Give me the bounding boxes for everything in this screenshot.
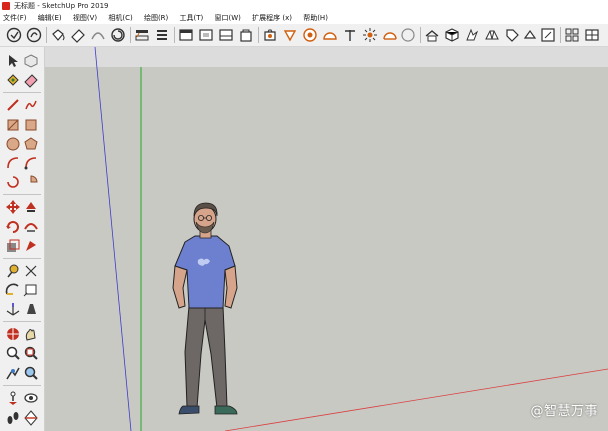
make-component-icon[interactable] [23, 53, 39, 69]
menu-view[interactable]: 视图(V) [69, 12, 102, 24]
styles-icon[interactable] [540, 27, 556, 43]
rotated-rectangle-icon[interactable] [23, 117, 39, 133]
shadow-icon[interactable] [382, 27, 398, 43]
view-front-icon[interactable] [218, 27, 234, 43]
3d-warehouse-icon[interactable] [444, 27, 460, 43]
zoom-icon[interactable] [5, 345, 21, 361]
look-around-icon[interactable] [23, 390, 39, 406]
three-point-arc-icon[interactable] [5, 174, 21, 190]
orbit-tool-icon[interactable] [5, 326, 21, 342]
paint-icon[interactable] [5, 72, 21, 88]
menu-file[interactable]: 文件(F) [0, 12, 32, 24]
extension-warehouse-icon[interactable] [464, 27, 480, 43]
menu-tools[interactable]: 工具(T) [176, 12, 209, 24]
sun-icon[interactable] [362, 27, 378, 43]
orbit-icon[interactable] [110, 27, 126, 43]
pie-icon[interactable] [23, 174, 39, 190]
select-tool-icon[interactable] [6, 27, 22, 43]
menu-camera[interactable]: 相机(C) [104, 12, 137, 24]
menu-bar: 文件(F) 编辑(E) 视图(V) 相机(C) 绘图(R) 工具(T) 窗口(W… [0, 12, 608, 24]
tape-measure-tool-icon[interactable] [5, 263, 21, 279]
push-pull-icon[interactable] [23, 199, 39, 215]
walk-icon[interactable] [282, 27, 298, 43]
select-arrow-icon[interactable] [5, 53, 21, 69]
scale-icon[interactable] [5, 238, 21, 254]
blue-axis-line [94, 47, 132, 431]
axes-tool-icon[interactable] [5, 301, 21, 317]
camera-position-icon[interactable] [262, 27, 278, 43]
text-icon[interactable] [23, 282, 39, 298]
component-icon[interactable] [26, 27, 42, 43]
zoom-window-icon[interactable] [23, 345, 39, 361]
layers-icon[interactable] [522, 27, 538, 43]
line-icon[interactable] [5, 97, 21, 113]
watermark: @智慧万事 [530, 404, 598, 419]
menu-extensions[interactable]: 扩展程序 (x) [248, 12, 297, 24]
view-back-icon[interactable] [238, 27, 254, 43]
circle-icon[interactable] [5, 136, 21, 152]
rectangle-icon[interactable] [5, 117, 21, 133]
model-viewport[interactable]: @智慧万事 [45, 47, 608, 431]
arc-tool-icon[interactable] [5, 155, 21, 171]
follow-me-icon[interactable] [23, 219, 39, 235]
two-point-arc-icon[interactable] [23, 155, 39, 171]
paint-bucket-icon[interactable] [50, 27, 66, 43]
axes-icon[interactable] [342, 27, 358, 43]
section-plane-tool-icon[interactable] [23, 410, 39, 426]
section-plane-icon[interactable] [134, 27, 150, 43]
scenes-icon[interactable] [584, 27, 600, 43]
position-camera-icon[interactable] [5, 390, 21, 406]
fog-icon[interactable] [400, 27, 416, 43]
walk-tool-icon[interactable] [5, 410, 21, 426]
align-icon[interactable] [154, 27, 170, 43]
sketchup-app-icon [2, 2, 10, 10]
window-title: 无标题 - SketchUp Pro 2019 [14, 2, 109, 10]
model-axes [94, 47, 608, 431]
menu-window[interactable]: 窗口(W) [211, 12, 246, 24]
sandbox-icon[interactable] [484, 27, 500, 43]
protractor-icon[interactable] [322, 27, 338, 43]
zoom-previous-icon[interactable] [5, 365, 21, 381]
tag-icon[interactable] [504, 27, 520, 43]
polygon-icon[interactable] [23, 136, 39, 152]
title-bar: 无标题 - SketchUp Pro 2019 [0, 0, 608, 12]
person-model[interactable] [165, 202, 245, 422]
view-iso-icon[interactable] [178, 27, 194, 43]
pan-icon[interactable] [23, 326, 39, 342]
outliner-icon[interactable] [564, 27, 580, 43]
dimension-icon[interactable] [23, 263, 39, 279]
arc-icon[interactable] [90, 27, 106, 43]
zoom-extents-icon[interactable] [23, 365, 39, 381]
offset-icon[interactable] [23, 238, 39, 254]
menu-help[interactable]: 帮助(H) [299, 12, 333, 24]
view-top-icon[interactable] [198, 27, 214, 43]
rotate-icon[interactable] [5, 219, 21, 235]
menu-draw[interactable]: 绘图(R) [140, 12, 173, 24]
protractor-tool-icon[interactable] [5, 282, 21, 298]
3d-text-icon[interactable] [23, 301, 39, 317]
main-toolbar [0, 24, 608, 47]
move-icon[interactable] [5, 199, 21, 215]
left-tool-palette [0, 47, 45, 431]
eraser-tool-icon[interactable] [23, 72, 39, 88]
menu-edit[interactable]: 编辑(E) [34, 12, 67, 24]
freehand-icon[interactable] [23, 97, 39, 113]
eraser-icon[interactable] [70, 27, 86, 43]
tape-measure-icon[interactable] [302, 27, 318, 43]
warehouse-icon[interactable] [424, 27, 440, 43]
